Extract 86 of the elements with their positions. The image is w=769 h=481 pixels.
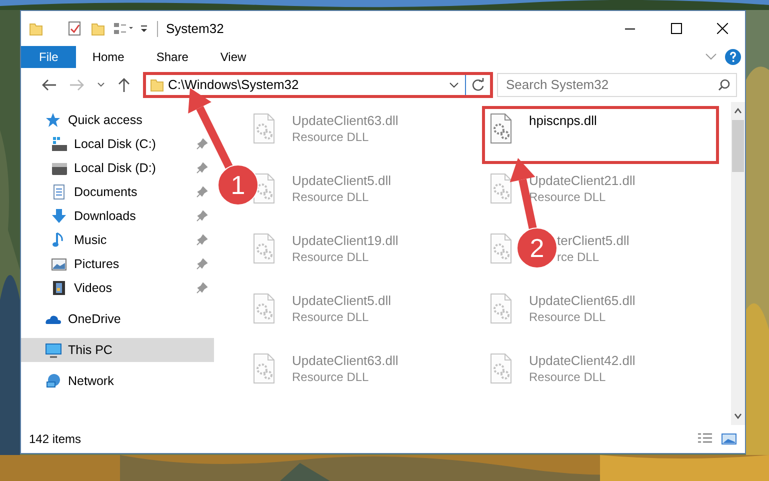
file-type: Resource DLL: [292, 309, 370, 326]
selected-file[interactable]: hpiscnps.dll: [482, 106, 719, 164]
sidebar-item[interactable]: Quick access: [21, 108, 214, 132]
sidebar-item[interactable]: Pictures: [21, 252, 214, 276]
up-arrow-icon: [117, 76, 131, 92]
pin-icon[interactable]: [196, 210, 208, 222]
picture-icon: [51, 256, 68, 272]
network-icon: [45, 373, 62, 389]
file-name[interactable]: UpdateClient63.dll: [292, 113, 398, 128]
pin-icon[interactable]: [196, 138, 208, 150]
dll-file-icon[interactable]: [489, 113, 513, 145]
refresh-icon[interactable]: [470, 78, 485, 92]
scroll-thumb[interactable]: [732, 120, 744, 172]
file-menu-button[interactable]: File: [21, 46, 76, 68]
search-box[interactable]: Search System32: [496, 72, 737, 96]
folder-icon: [150, 76, 164, 92]
sidebar-item[interactable]: Network: [21, 369, 214, 393]
large-icons-view-icon[interactable]: [721, 432, 737, 446]
sidebar-item[interactable]: Music: [21, 228, 214, 252]
pin-icon[interactable]: [196, 258, 208, 270]
file-type: Resource DLL: [529, 309, 607, 326]
sidebar-item[interactable]: Documents: [21, 180, 214, 204]
file-type: Resource DLL: [292, 369, 370, 386]
sidebar-item[interactable]: OneDrive: [21, 307, 214, 331]
sidebar-item[interactable]: Videos: [21, 276, 214, 300]
address-bar[interactable]: C:\Windows\System32: [143, 72, 493, 98]
down-arrow-icon: [51, 208, 68, 224]
scrollbar[interactable]: [731, 102, 745, 425]
dll-file-icon[interactable]: [489, 173, 513, 205]
file-type: Resource DLL: [292, 129, 370, 146]
dll-file-icon[interactable]: [252, 353, 276, 385]
dropdown-icon[interactable]: [448, 82, 459, 88]
file-name[interactable]: hpiscnps.dll: [529, 113, 597, 128]
pin-icon[interactable]: [196, 162, 208, 174]
file-name[interactable]: UpdateClient5.dll: [292, 293, 392, 308]
drive-icon: [51, 160, 68, 176]
file-name[interactable]: terClient5.dll: [557, 233, 630, 248]
sidebar-item[interactable]: Downloads: [21, 204, 214, 228]
back-arrow-icon: [41, 78, 57, 92]
dll-file-icon[interactable]: [489, 233, 513, 265]
star-icon: [45, 112, 62, 128]
help-icon[interactable]: [725, 49, 741, 65]
ribbon-tab[interactable]: Share: [140, 46, 204, 68]
pin-icon[interactable]: [196, 186, 208, 198]
file-name[interactable]: UpdateClient19.dll: [292, 233, 398, 248]
dll-file-icon[interactable]: [489, 353, 513, 385]
monitor-icon: [45, 342, 62, 358]
dll-file-icon[interactable]: [252, 113, 276, 145]
chevron-down-icon: [97, 82, 105, 88]
file-name[interactable]: UpdateClient65.dll: [529, 293, 636, 308]
file-type: Resource DLL: [529, 189, 607, 206]
film-icon: [51, 280, 68, 296]
file-name[interactable]: UpdateClient5.dll: [292, 173, 392, 188]
sidebar-item[interactable]: Local Disk (C:): [21, 132, 214, 156]
scroll-up-icon[interactable]: [733, 106, 743, 116]
address-field[interactable]: C:\Windows\System32: [164, 74, 449, 94]
file-type: Resource DLL: [292, 249, 370, 266]
file-name[interactable]: UpdateClient42.dll: [529, 353, 636, 368]
file-name[interactable]: UpdateClient21.dll: [529, 173, 636, 188]
properties-icon[interactable]: [67, 20, 83, 36]
search-icon[interactable]: [718, 78, 730, 90]
maximize-icon: [670, 23, 682, 34]
file-name[interactable]: UpdateClient63.dll: [292, 353, 398, 368]
sidebar-item[interactable]: This PC: [21, 338, 214, 362]
sidebar-item[interactable]: Local Disk (D:): [21, 156, 214, 180]
step-marker: 2: [516, 228, 558, 268]
dll-file-icon[interactable]: [252, 233, 276, 265]
close-icon: [716, 23, 728, 34]
dll-file-icon[interactable]: [489, 293, 513, 325]
file-type: Resource DLL: [292, 189, 370, 206]
new-folder-icon[interactable]: [91, 20, 105, 36]
file-type: rce DLL: [557, 249, 600, 266]
window-title: System32: [166, 20, 224, 38]
ribbon-tab[interactable]: View: [204, 46, 262, 68]
ribbon-tab[interactable]: Home: [76, 46, 140, 68]
forward-arrow-icon: [69, 78, 85, 92]
step-marker: 1: [218, 164, 258, 206]
pin-icon[interactable]: [196, 282, 208, 294]
scroll-down-icon[interactable]: [733, 411, 743, 421]
file-type: Resource DLL: [529, 369, 607, 386]
expand-ribbon-icon[interactable]: [705, 53, 717, 61]
drive-icon: [51, 136, 68, 152]
folder-icon[interactable]: [29, 20, 43, 36]
pin-icon[interactable]: [196, 234, 208, 246]
item-count: 142 items: [29, 431, 82, 448]
dll-file-icon[interactable]: [252, 293, 276, 325]
